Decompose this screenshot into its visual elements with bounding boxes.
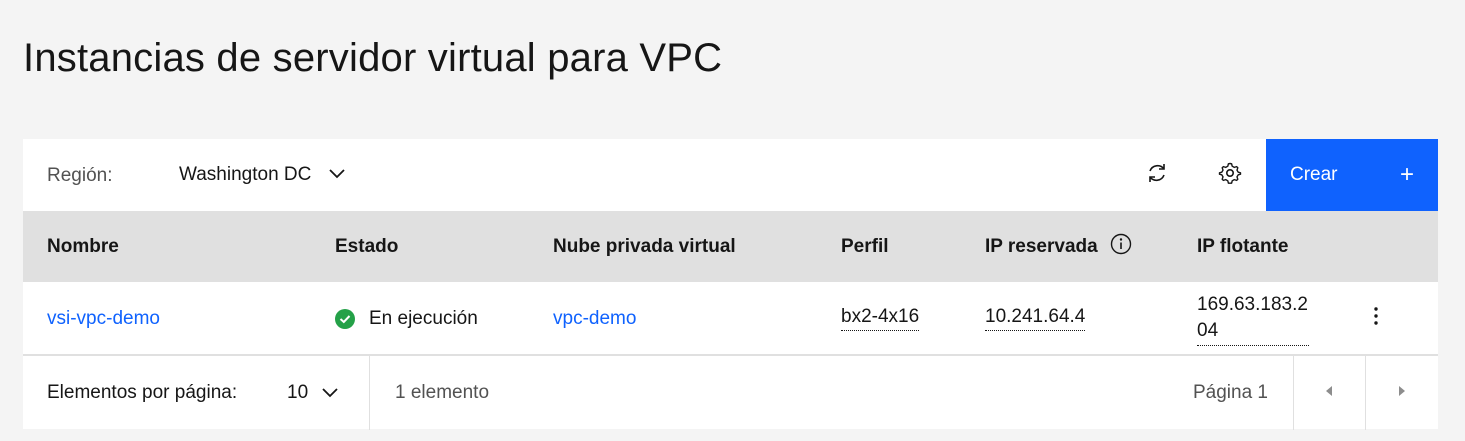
- pagination: Elementos por página: 10 1 elemento Pági…: [23, 355, 1438, 430]
- column-header-vpc[interactable]: Nube privada virtual: [553, 211, 736, 282]
- instances-panel: Región: Washington DC Crear + Nombre Est…: [23, 139, 1438, 430]
- column-header-profile[interactable]: Perfil: [841, 211, 889, 282]
- items-per-page-select[interactable]: 10: [287, 356, 338, 430]
- item-count: 1 elemento: [395, 382, 490, 403]
- create-button[interactable]: Crear +: [1266, 139, 1438, 211]
- next-page-button[interactable]: [1366, 356, 1438, 430]
- table-row: vsi-vpc-demo En ejecución vpc-demo bx2-4…: [23, 282, 1438, 355]
- table-toolbar: Región: Washington DC Crear +: [23, 139, 1438, 211]
- floating-ip-value[interactable]: 169.63.183.204: [1197, 292, 1309, 346]
- items-per-page-value: 10: [287, 382, 309, 403]
- caret-right-icon: [1398, 384, 1406, 402]
- info-icon[interactable]: [1110, 233, 1132, 261]
- page-title: Instancias de servidor virtual para VPC: [23, 36, 723, 80]
- create-button-label: Crear: [1290, 164, 1338, 185]
- column-header-reserved-ip[interactable]: IP reservada: [985, 211, 1132, 282]
- profile-value[interactable]: bx2-4x16: [841, 306, 920, 331]
- overflow-menu-icon: [1374, 306, 1378, 330]
- region-label: Región:: [47, 165, 113, 186]
- region-value: Washington DC: [179, 164, 312, 185]
- vpc-link[interactable]: vpc-demo: [553, 308, 636, 330]
- table-header: Nombre Estado Nube privada virtual Perfi…: [23, 211, 1438, 282]
- status-text: En ejecución: [369, 307, 478, 329]
- overflow-menu-button[interactable]: [1354, 296, 1398, 340]
- divider: [369, 356, 370, 430]
- column-header-floating-ip[interactable]: IP flotante: [1197, 211, 1289, 282]
- region-dropdown[interactable]: Washington DC: [179, 153, 345, 197]
- caret-left-icon: [1325, 384, 1333, 402]
- reserved-ip-value[interactable]: 10.241.64.4: [985, 306, 1086, 331]
- checkmark-filled-icon: [335, 308, 355, 329]
- plus-icon: +: [1399, 161, 1414, 188]
- refresh-button[interactable]: [1135, 153, 1179, 197]
- refresh-icon: [1145, 161, 1169, 190]
- items-per-page-label: Elementos por página:: [47, 382, 238, 403]
- gear-icon: [1218, 161, 1242, 190]
- chevron-down-icon: [329, 166, 345, 184]
- chevron-down-icon: [322, 382, 338, 404]
- instance-name-link[interactable]: vsi-vpc-demo: [47, 308, 160, 330]
- previous-page-button[interactable]: [1293, 356, 1365, 430]
- settings-button[interactable]: [1208, 153, 1252, 197]
- column-header-name[interactable]: Nombre: [47, 211, 119, 282]
- column-header-status[interactable]: Estado: [335, 211, 398, 282]
- page-indicator: Página 1: [1192, 382, 1268, 403]
